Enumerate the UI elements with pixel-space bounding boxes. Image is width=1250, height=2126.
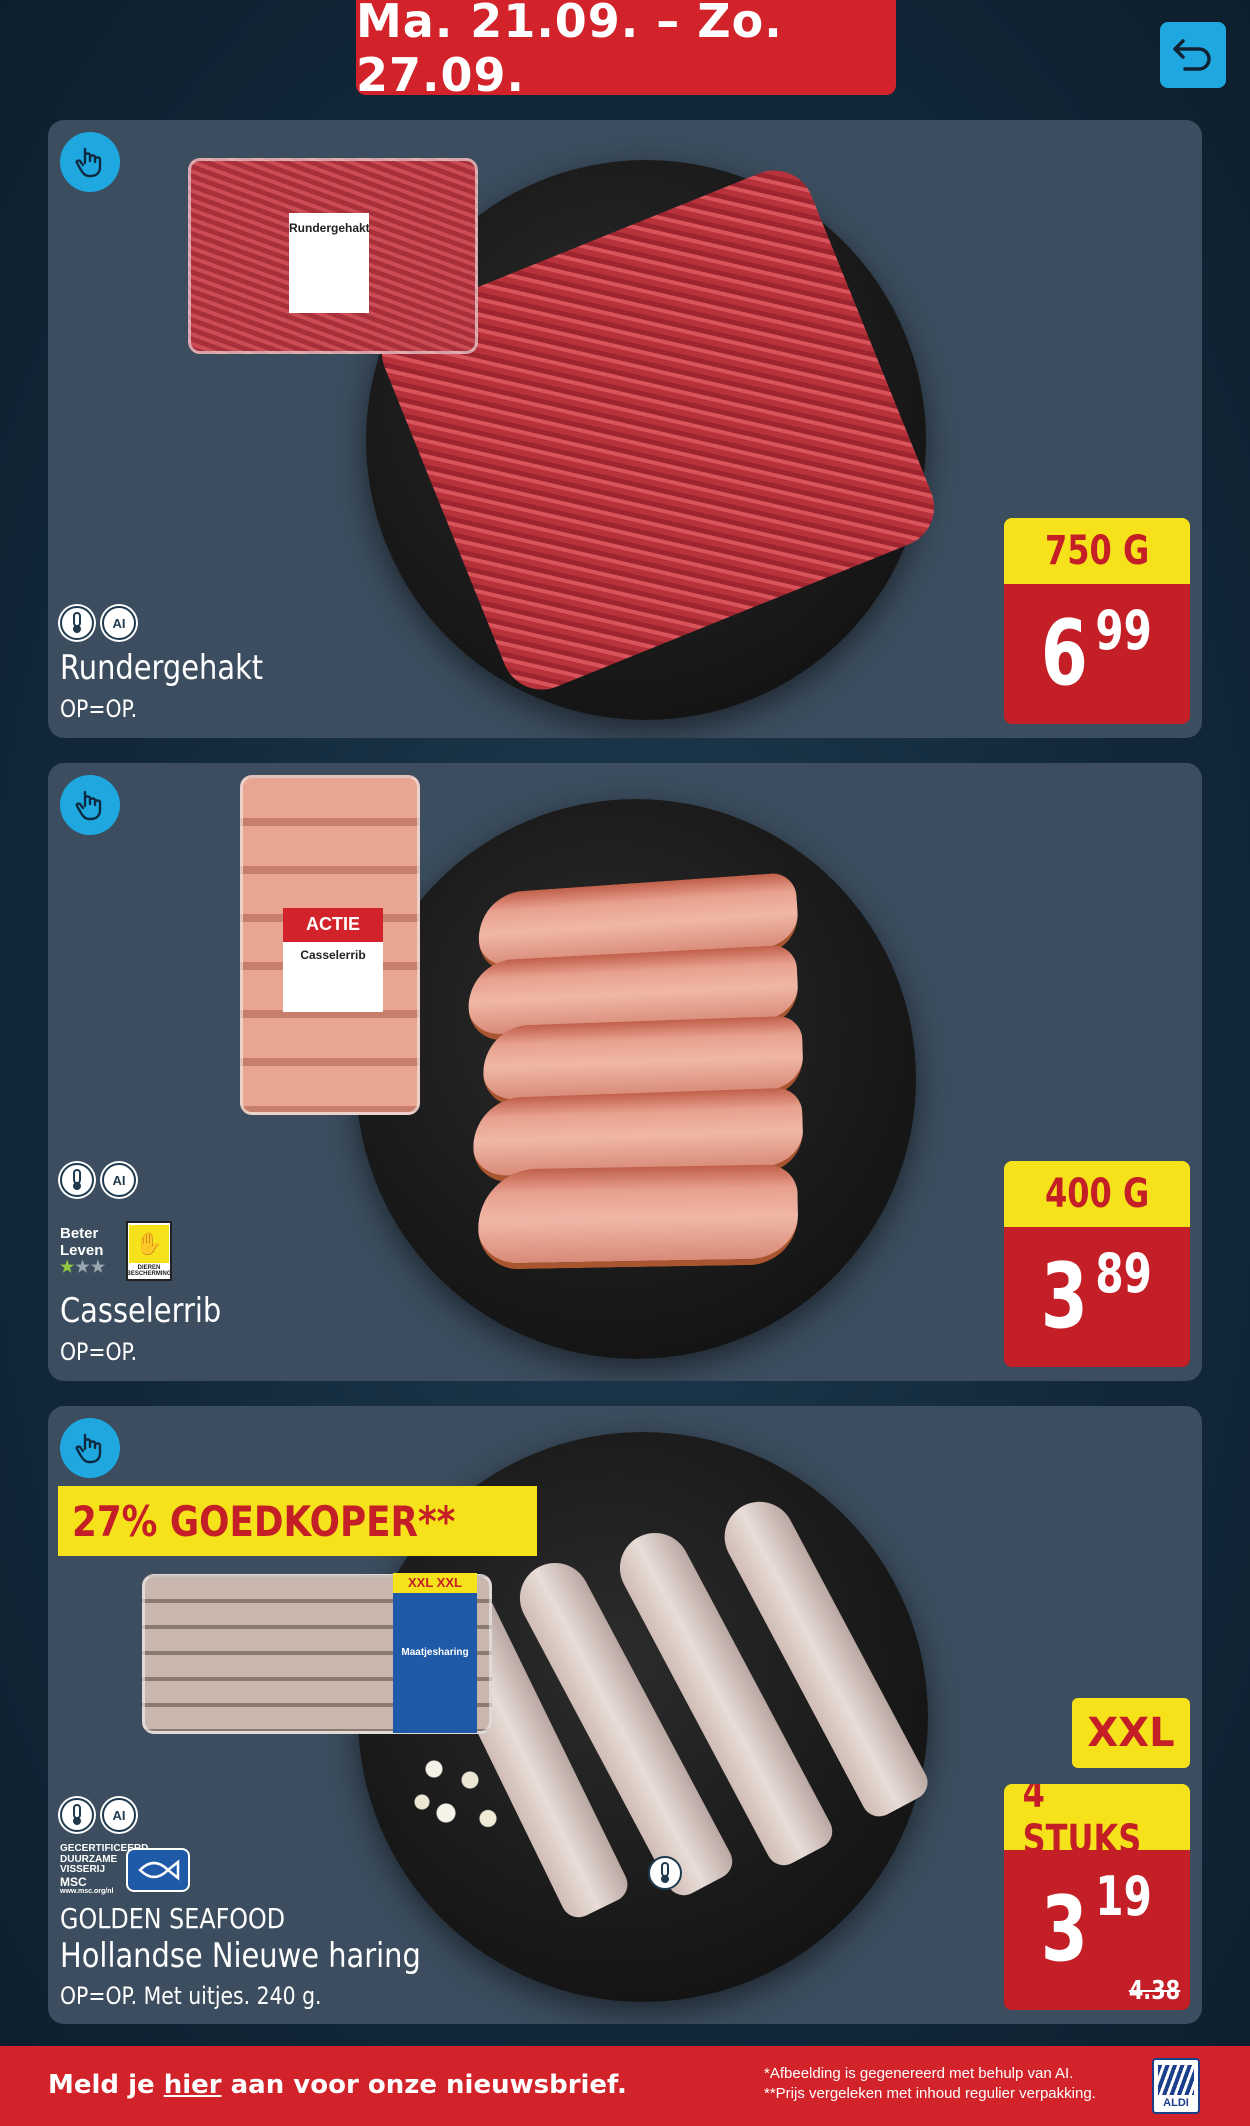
rundergehakt-package-image: Rundergehakt (188, 158, 478, 354)
newsletter-text: Meld je hier aan voor onze nieuwsbrief. (48, 2070, 627, 2100)
date-range-text: Ma. 21.09. – Zo. 27.09. (356, 0, 783, 102)
onion-pieces-image (398, 1736, 518, 1846)
date-range-banner: Ma. 21.09. – Zo. 27.09. (356, 0, 896, 102)
product-name: Casselerrib (60, 1291, 222, 1331)
info-badges: AI (60, 1798, 136, 1832)
package-xxl-label: XXL XXL (393, 1573, 477, 1593)
hand-pointer-button[interactable] (60, 1418, 120, 1478)
back-arrow-icon (1173, 39, 1211, 71)
price: 3 89 (1004, 1227, 1190, 1367)
old-price: 4.38 (1128, 1976, 1180, 2006)
haring-package-image: XXL XXL Maatjesharing (142, 1573, 492, 1734)
hand-pointer-icon (75, 147, 102, 178)
package-label-actie: ACTIE (283, 908, 383, 942)
product-subtitle: OP=OP. Met uitjes. 240 g. (60, 1982, 322, 2010)
msc-label: GECERTIFICEERD DUURZAME VISSERIJ MSC www… (60, 1843, 190, 1895)
price: 3 19 4.38 (1004, 1850, 1190, 2010)
ai-badge: AI (102, 1798, 136, 1832)
ai-badge: AI (102, 1163, 136, 1197)
weight-label: 400 G (1004, 1161, 1190, 1227)
thermometer-icon (60, 1163, 94, 1197)
product-card-rundergehakt[interactable]: Rundergehakt AI Rundergehakt OP=OP. 750 … (48, 120, 1202, 738)
xxl-label: XXL (1072, 1698, 1190, 1768)
back-button[interactable] (1160, 22, 1226, 88)
weight-label: 750 G (1004, 518, 1190, 584)
thermometer-icon (60, 1798, 94, 1832)
hand-pointer-icon (75, 1433, 102, 1464)
disclaimer: *Afbeelding is gegenereerd met behulp va… (764, 2065, 1096, 2103)
product-subtitle: OP=OP. (60, 1338, 138, 1366)
ham-slice-image (477, 1164, 799, 1270)
dierenbescherming-logo: ✋ DIEREN BESCHERMING (126, 1221, 172, 1281)
package-label: Maatjesharing (393, 1593, 477, 1733)
thermometer-icon (60, 606, 94, 640)
hand-pointer-button[interactable] (60, 775, 120, 835)
product-card-haring[interactable]: XXL XXL Maatjesharing 27% GOEDKOPER** AI… (48, 1406, 1202, 2024)
weight-label: 4 STUKS (1004, 1784, 1190, 1863)
msc-fish-logo-icon (126, 1847, 190, 1892)
price: 6 99 (1004, 584, 1190, 724)
discount-banner: 27% GOEDKOPER** (58, 1486, 537, 1556)
info-badges: AI (60, 606, 136, 640)
aldi-logo[interactable]: ALDI (1152, 2058, 1200, 2114)
price-tag: 750 G 6 99 (1004, 518, 1190, 724)
brand-name: GOLDEN SEAFOOD (60, 1902, 286, 1935)
package-label: Casselerrib (283, 942, 383, 1012)
info-badges: AI (60, 1163, 136, 1197)
price-tag: 400 G 3 89 (1004, 1161, 1190, 1367)
product-name: Rundergehakt (60, 648, 264, 688)
ai-badge: AI (102, 606, 136, 640)
price-tag: 4 STUKS 3 19 4.38 (1004, 1784, 1190, 2010)
footer-bar: Meld je hier aan voor onze nieuwsbrief. … (0, 2046, 1250, 2126)
beter-leven-label: Beter Leven ★★★ ✋ DIEREN BESCHERMING (60, 1221, 172, 1281)
product-subtitle: OP=OP. (60, 695, 138, 723)
product-name: Hollandse Nieuwe haring (60, 1936, 421, 1976)
newsletter-signup-link[interactable]: hier (164, 2070, 222, 2100)
package-label: Rundergehakt (289, 213, 370, 313)
product-card-casselerrib[interactable]: ACTIE Casselerrib AI Beter Leven ★★★ ✋ D… (48, 763, 1202, 1381)
hand-pointer-icon (75, 790, 102, 821)
casselerrib-package-image: ACTIE Casselerrib (240, 775, 420, 1115)
thermometer-icon (648, 1856, 682, 1890)
hand-pointer-button[interactable] (60, 132, 120, 192)
beter-leven-stars: ★★★ (60, 1259, 107, 1277)
